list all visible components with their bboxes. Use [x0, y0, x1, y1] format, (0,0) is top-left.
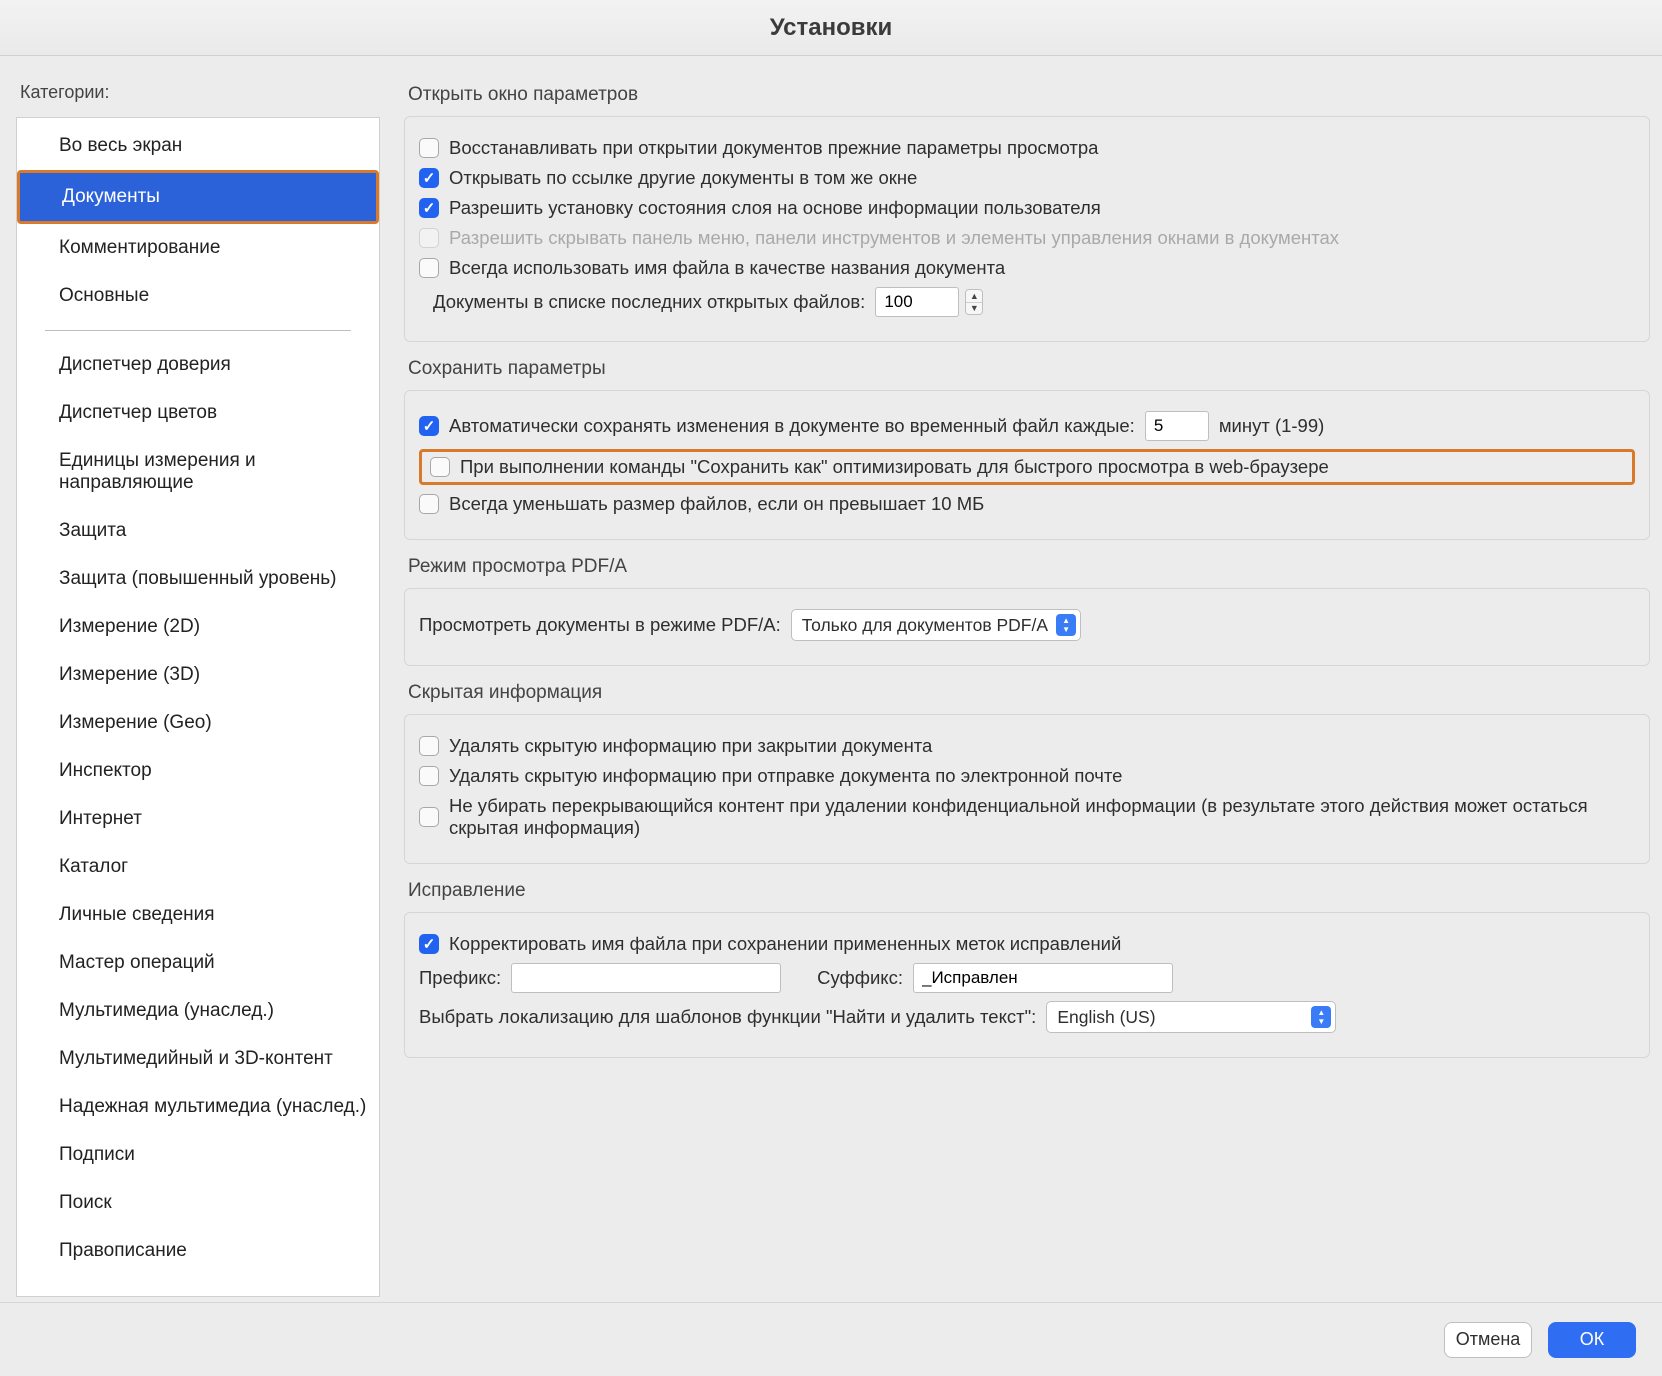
cat-multimedia-3d[interactable]: Мультимедийный и 3D-контент	[17, 1035, 379, 1083]
save-settings-panel: Автоматически сохранять изменения в доку…	[404, 390, 1650, 540]
cat-multimedia-legacy[interactable]: Мультимедиа (унаслед.)	[17, 987, 379, 1035]
chevron-down-icon[interactable]: ▼	[966, 302, 982, 315]
chk-adjust-filename[interactable]	[419, 934, 439, 954]
cat-fullscreen[interactable]: Во весь экран	[17, 122, 379, 170]
chk-allow-hide-menubar	[419, 228, 439, 248]
lbl-reduce-size: Всегда уменьшать размер файлов, если он …	[449, 493, 984, 515]
chk-remove-on-email[interactable]	[419, 766, 439, 786]
lbl-autosave-pre: Автоматически сохранять изменения в доку…	[449, 415, 1135, 437]
chk-remove-on-close[interactable]	[419, 736, 439, 756]
lbl-adjust-filename: Корректировать имя файла при сохранении …	[449, 933, 1121, 955]
save-settings-title: Сохранить параметры	[408, 358, 1650, 380]
pdfa-title: Режим просмотра PDF/A	[408, 556, 1650, 578]
cat-security-enhanced[interactable]: Защита (повышенный уровень)	[17, 555, 379, 603]
hidden-info-title: Скрытая информация	[408, 682, 1650, 704]
redaction-title: Исправление	[408, 880, 1650, 902]
lbl-open-same-window: Открывать по ссылке другие документы в т…	[449, 167, 917, 189]
open-settings-title: Открыть окно параметров	[408, 84, 1650, 106]
chk-reduce-size[interactable]	[419, 494, 439, 514]
cat-identity[interactable]: Личные сведения	[17, 891, 379, 939]
cat-trusted-multimedia[interactable]: Надежная мультимедиа (унаслед.)	[17, 1083, 379, 1131]
chk-allow-layer-state[interactable]	[419, 198, 439, 218]
pdfa-panel: Просмотреть документы в режиме PDF/A: То…	[404, 588, 1650, 666]
cat-units-guides[interactable]: Единицы измерения и направляющие	[17, 437, 379, 507]
lbl-autosave-post: минут (1-99)	[1219, 415, 1324, 437]
lbl-suffix: Суффикс:	[817, 967, 903, 989]
open-settings-panel: Восстанавливать при открытии документов …	[404, 116, 1650, 342]
cat-measure-2d[interactable]: Измерение (2D)	[17, 603, 379, 651]
spinner-recent-docs[interactable]: ▲▼	[965, 289, 983, 315]
cat-general[interactable]: Основные	[17, 272, 379, 320]
cat-measure-geo[interactable]: Измерение (Geo)	[17, 699, 379, 747]
select-pdfa-value: Только для документов PDF/A	[802, 615, 1048, 636]
select-pdfa-mode[interactable]: Только для документов PDF/A ▲▼	[791, 609, 1081, 641]
categories-list[interactable]: Во весь экран Документы Комментирование …	[16, 117, 380, 1297]
ok-button[interactable]: ОК	[1548, 1322, 1636, 1358]
input-suffix[interactable]	[913, 963, 1173, 993]
cat-color-manager[interactable]: Диспетчер цветов	[17, 389, 379, 437]
lbl-allow-hide-menubar: Разрешить скрывать панель меню, панели и…	[449, 227, 1339, 249]
cat-measure-3d[interactable]: Измерение (3D)	[17, 651, 379, 699]
input-autosave-minutes[interactable]	[1145, 411, 1209, 441]
highlight-optimize-web: При выполнении команды "Сохранить как" о…	[419, 449, 1635, 485]
dropdown-icon: ▲▼	[1311, 1006, 1331, 1028]
cat-documents[interactable]: Документы	[20, 173, 376, 221]
lbl-recent-docs: Документы в списке последних открытых фа…	[433, 291, 865, 313]
lbl-use-filename-title: Всегда использовать имя файла в качестве…	[449, 257, 1005, 279]
cat-commenting[interactable]: Комментирование	[17, 224, 379, 272]
select-locale-value: English (US)	[1057, 1007, 1155, 1028]
cat-action-wizard[interactable]: Мастер операций	[17, 939, 379, 987]
lbl-prefix: Префикс:	[419, 967, 501, 989]
lbl-allow-layer-state: Разрешить установку состояния слоя на ос…	[449, 197, 1101, 219]
chk-optimize-web[interactable]	[430, 457, 450, 477]
cancel-button[interactable]: Отмена	[1444, 1322, 1532, 1358]
dialog-footer: Отмена ОК	[0, 1302, 1662, 1376]
select-locale[interactable]: English (US) ▲▼	[1046, 1001, 1336, 1033]
lbl-locale: Выбрать локализацию для шаблонов функции…	[419, 1006, 1036, 1028]
lbl-remove-on-close: Удалять скрытую информацию при закрытии …	[449, 735, 932, 757]
lbl-restore-view: Восстанавливать при открытии документов …	[449, 137, 1098, 159]
highlight-documents: Документы	[17, 170, 379, 224]
chk-autosave[interactable]	[419, 416, 439, 436]
cat-inspector[interactable]: Инспектор	[17, 747, 379, 795]
lbl-remove-on-email: Удалять скрытую информацию при отправке …	[449, 765, 1122, 787]
input-prefix[interactable]	[511, 963, 781, 993]
dropdown-icon: ▲▼	[1056, 614, 1076, 636]
lbl-optimize-web: При выполнении команды "Сохранить как" о…	[460, 456, 1329, 478]
chevron-up-icon[interactable]: ▲	[966, 290, 982, 302]
chk-restore-view[interactable]	[419, 138, 439, 158]
cat-security[interactable]: Защита	[17, 507, 379, 555]
chk-open-same-window[interactable]	[419, 168, 439, 188]
window-title: Установки	[0, 0, 1662, 56]
cat-spelling[interactable]: Правописание	[17, 1227, 379, 1275]
lbl-keep-overlap: Не убирать перекрывающийся контент при у…	[449, 795, 1635, 839]
cat-search[interactable]: Поиск	[17, 1179, 379, 1227]
cat-catalog[interactable]: Каталог	[17, 843, 379, 891]
cat-signatures[interactable]: Подписи	[17, 1131, 379, 1179]
categories-label: Категории:	[20, 82, 380, 103]
cat-internet[interactable]: Интернет	[17, 795, 379, 843]
input-recent-docs[interactable]	[875, 287, 959, 317]
redaction-panel: Корректировать имя файла при сохранении …	[404, 912, 1650, 1058]
hidden-info-panel: Удалять скрытую информацию при закрытии …	[404, 714, 1650, 864]
chk-use-filename-title[interactable]	[419, 258, 439, 278]
chk-keep-overlap[interactable]	[419, 807, 439, 827]
categories-divider	[45, 330, 351, 331]
lbl-pdfa-mode: Просмотреть документы в режиме PDF/A:	[419, 614, 781, 636]
cat-trust-manager[interactable]: Диспетчер доверия	[17, 341, 379, 389]
